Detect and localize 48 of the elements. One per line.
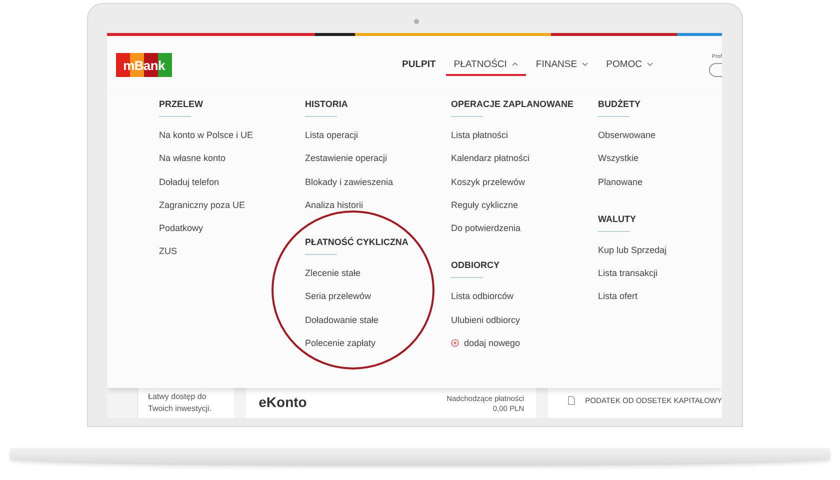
menu-link[interactable]: Lista płatności — [451, 128, 598, 152]
menu-link[interactable]: Do potwierdzenia — [451, 221, 598, 244]
menu-link[interactable]: Lista odbiorców — [451, 289, 598, 313]
caret-icon — [582, 62, 588, 66]
caret-icon — [512, 62, 518, 66]
menu-link[interactable]: Reguły cykliczne — [451, 198, 598, 222]
plus-icon — [451, 339, 459, 348]
section-heading: PŁATNOŚĆ CYKLICZNA — [305, 236, 410, 250]
section-heading: WALUTY — [598, 212, 637, 226]
menu-link[interactable]: Seria przelewów — [305, 289, 451, 313]
section-heading: OPERACJE ZAPLANOWANE — [451, 98, 575, 111]
promo-text: Łatwy dostęp do Twoich inwestycji. — [148, 391, 213, 415]
section-heading: PRZELEW — [159, 98, 204, 111]
section-heading: HISTORIA — [305, 98, 349, 111]
nav-tab[interactable]: FINANSE — [528, 54, 596, 76]
menu-link[interactable]: Zagraniczny poza UE — [159, 198, 305, 222]
menu-link[interactable]: Ulubieni odbiorcy — [451, 312, 598, 336]
menu-link[interactable]: Kup lub Sprzedaj — [598, 242, 722, 266]
document-icon — [568, 396, 576, 405]
add-link[interactable]: dodaj nowego — [451, 336, 598, 360]
menu-link[interactable]: Polecenie zapłaty — [305, 336, 451, 360]
menu-link[interactable]: Koszyk przelewów — [451, 174, 598, 198]
menu-link[interactable]: Lista operacji — [305, 128, 451, 152]
menu-link[interactable]: Lista ofert — [598, 289, 722, 313]
profile-button[interactable] — [709, 62, 722, 76]
menu-link[interactable]: Doładuj telefon — [159, 174, 305, 198]
menu-link[interactable]: Planowane — [598, 174, 722, 198]
account-name: eKonto — [258, 394, 307, 412]
menu-link[interactable]: Na własne konto — [159, 151, 305, 175]
menu-link[interactable]: Zlecenie stałe — [305, 266, 451, 290]
menu-link[interactable]: Doładowanie stałe — [305, 312, 451, 336]
menu-link[interactable]: Kalendarz płatności — [451, 151, 598, 175]
camera-icon — [414, 19, 419, 24]
menu-link[interactable]: Na konto w Polsce i UE — [159, 128, 305, 152]
nav-tab[interactable]: PŁATNOŚCI — [446, 54, 526, 76]
menu-link[interactable]: Podatkowy — [159, 221, 305, 244]
section-heading: ODBIORCY — [451, 259, 501, 272]
menu-link[interactable]: Lista transakcji — [598, 266, 722, 290]
menu-link[interactable]: Analiza historii — [305, 198, 451, 222]
nav-tab[interactable]: PULPIT — [394, 54, 444, 76]
section-heading: BUDŻETY — [598, 98, 642, 111]
menu-link[interactable]: Zestawienie operacji — [305, 151, 451, 175]
caret-icon — [647, 62, 653, 66]
menu-link[interactable]: ZUS — [159, 244, 305, 268]
menu-link[interactable]: Blokady i zawieszenia — [305, 174, 451, 198]
menu-link[interactable]: Wszystkie — [598, 151, 722, 175]
nav-tab[interactable]: POMOC — [598, 54, 661, 76]
menu-link[interactable]: Obserwowane — [598, 128, 722, 152]
